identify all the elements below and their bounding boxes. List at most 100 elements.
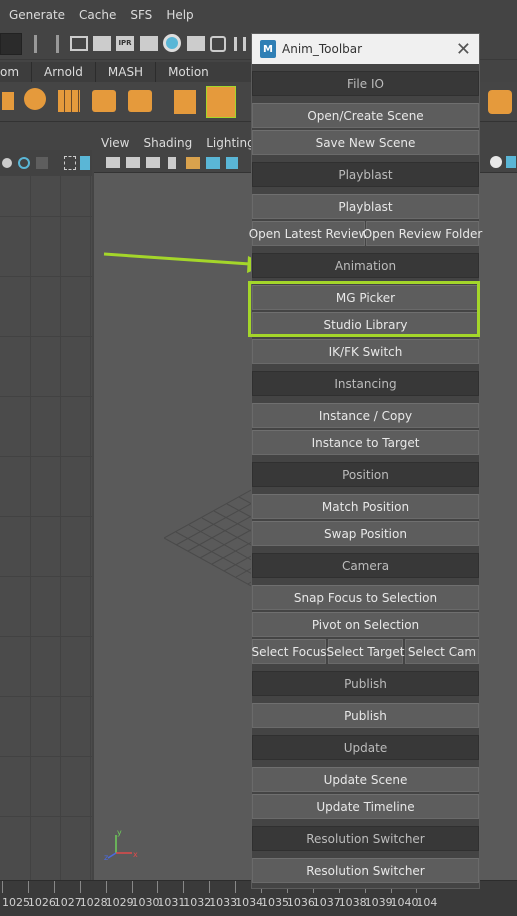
shelf-switch-icon[interactable] <box>128 90 152 112</box>
timeline-frame-number: 1035 <box>261 896 289 909</box>
shelf-tab-arnold[interactable]: Arnold <box>32 62 96 82</box>
timeline-tick <box>53 881 55 893</box>
svg-text:z: z <box>104 853 108 862</box>
header-update: Update <box>252 735 479 760</box>
pause-icon[interactable] <box>234 37 246 51</box>
viewport-menu-lighting[interactable]: Lighting <box>206 136 255 150</box>
header-position: Position <box>252 462 479 487</box>
hypershade-icon[interactable] <box>163 34 181 52</box>
shelf-tab-mash[interactable]: MASH <box>96 62 157 82</box>
shelf-rotate-icon[interactable] <box>92 90 116 112</box>
timeline-frame-number: 1036 <box>286 896 315 909</box>
select-target-button[interactable]: Select Target <box>327 639 404 664</box>
timeline-tick <box>27 881 29 893</box>
window-title: Anim_Toolbar <box>282 42 363 56</box>
update-timeline-button[interactable]: Update Timeline <box>252 794 479 819</box>
resolution-switcher-button[interactable]: Resolution Switcher <box>252 858 479 883</box>
menu-cache[interactable]: Cache <box>79 8 116 22</box>
view-icon[interactable] <box>506 156 516 168</box>
timeline-tick <box>157 881 159 893</box>
close-icon[interactable]: ✕ <box>456 39 471 60</box>
key-icon[interactable] <box>2 158 12 168</box>
camera-icon[interactable] <box>126 157 140 168</box>
square-icon[interactable] <box>36 157 48 169</box>
axis-gizmo: y x z <box>104 828 138 862</box>
render-region-icon[interactable] <box>70 36 88 51</box>
shelf-cube-icon[interactable] <box>2 92 14 110</box>
header-camera: Camera <box>252 553 479 578</box>
match-position-button[interactable]: Match Position <box>252 494 479 519</box>
snap-icon[interactable] <box>206 157 220 169</box>
menu-generate[interactable]: Generate <box>9 8 65 22</box>
save-new-scene-button[interactable]: Save New Scene <box>252 130 479 155</box>
open-latest-review-button[interactable]: Open Latest Review <box>249 221 368 246</box>
snap-icon[interactable] <box>80 156 90 170</box>
pivot-on-selection-button[interactable]: Pivot on Selection <box>252 612 479 637</box>
timeline-tick <box>131 881 133 893</box>
timeline-frame-number: 1039 <box>364 896 393 909</box>
camera-icon[interactable] <box>106 157 120 168</box>
timeline-frame-number: 1038 <box>338 896 367 909</box>
timeline-tick <box>209 881 211 893</box>
header-animation: Animation <box>252 253 479 278</box>
maya-menubar: Generate Cache SFS Help <box>0 0 517 30</box>
pencil-icon[interactable] <box>226 157 238 169</box>
lighting-icon[interactable] <box>490 156 502 168</box>
open-review-folder-button[interactable]: Open Review Folder <box>363 221 482 246</box>
camera-icon[interactable] <box>146 157 160 168</box>
ipr-render-icon[interactable]: IPR <box>116 36 134 51</box>
annotation-arrow <box>103 252 266 273</box>
graph-panel <box>0 176 92 880</box>
timeline-tick <box>79 881 81 893</box>
shelf-sphere-icon[interactable] <box>24 88 46 110</box>
open-create-scene-button[interactable]: Open/Create Scene <box>252 103 479 128</box>
separator-icon <box>34 35 37 53</box>
timeline-frame-number: 1025 <box>2 896 30 909</box>
header-playblast: Playblast <box>252 162 479 187</box>
update-scene-button[interactable]: Update Scene <box>252 767 479 792</box>
snap-focus-button[interactable]: Snap Focus to Selection <box>252 585 479 610</box>
separator-icon <box>56 35 59 53</box>
header-publish: Publish <box>252 671 479 696</box>
shelf-instance-icon[interactable] <box>174 90 196 114</box>
instance-to-target-button[interactable]: Instance to Target <box>252 430 479 455</box>
render-frame-icon[interactable] <box>93 36 111 51</box>
render-settings-icon[interactable] <box>140 36 158 51</box>
shelf-right-icon[interactable] <box>488 90 512 114</box>
ikfk-switch-button[interactable]: IK/FK Switch <box>252 339 479 364</box>
select-cam-button[interactable]: Select Cam <box>405 639 479 664</box>
bookmark-icon[interactable] <box>168 157 176 169</box>
window-titlebar[interactable]: M Anim_Toolbar ✕ <box>252 34 479 64</box>
timeline-frame-number: 1029 <box>105 896 134 909</box>
anim-toolbar-window: M Anim_Toolbar ✕ File IO Open/Create Sce… <box>249 33 482 889</box>
timeline-frame-number: 104 <box>416 896 438 909</box>
left-panel-toolbar <box>0 150 92 176</box>
timeline-tick <box>105 881 107 893</box>
select-icon[interactable] <box>64 156 76 170</box>
timeline-frame-number: 1027 <box>53 896 82 909</box>
svg-text:y: y <box>117 828 122 837</box>
svg-text:x: x <box>133 850 138 859</box>
menu-help[interactable]: Help <box>166 8 193 22</box>
select-focus-button[interactable]: Select Focus <box>251 639 327 664</box>
shelf-tab-motion-graphics[interactable]: Motion Graphics <box>156 62 260 99</box>
shelf-grid-icon[interactable] <box>58 90 80 112</box>
header-resolution-switcher: Resolution Switcher <box>252 826 479 851</box>
field-box[interactable] <box>0 33 22 55</box>
timeline-frame-number: 1037 <box>312 896 341 909</box>
grease-pencil-icon[interactable] <box>186 157 200 169</box>
timeline-frame-number: 1033 <box>209 896 238 909</box>
lasso-icon[interactable] <box>18 157 30 169</box>
instance-copy-button[interactable]: Instance / Copy <box>252 403 479 428</box>
timeline-tick <box>235 881 237 893</box>
viewport-menu-shading[interactable]: Shading <box>143 136 192 150</box>
playblast-button[interactable]: Playblast <box>252 194 479 219</box>
light-editor-icon[interactable] <box>187 36 205 51</box>
shelf-tab-custom[interactable]: om <box>0 62 33 82</box>
publish-button[interactable]: Publish <box>252 703 479 728</box>
menu-sfs[interactable]: SFS <box>130 8 152 22</box>
shelf-selected-icon[interactable] <box>206 86 236 118</box>
script-icon[interactable] <box>210 36 226 52</box>
swap-position-button[interactable]: Swap Position <box>252 521 479 546</box>
viewport-menu-view[interactable]: View <box>101 136 129 150</box>
